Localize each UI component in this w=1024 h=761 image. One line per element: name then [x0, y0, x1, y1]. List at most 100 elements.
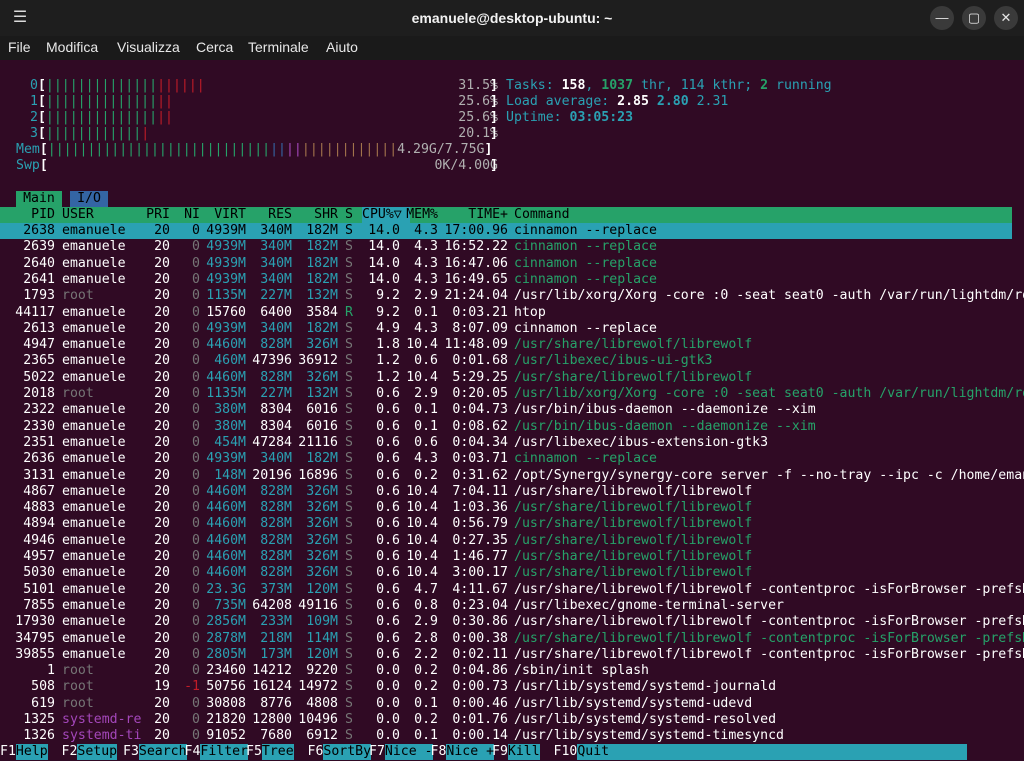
table-row[interactable]: 619 root 20 0 30808 8776 4808 S 0.0 0.1 0:00.46/us… — [0, 696, 1012, 712]
table-row[interactable]: 2639 emanuele 20 0 4939M 340M 182M S 14.0 4.3 16:5… — [0, 239, 1012, 255]
table-row[interactable]: 1793 root 20 0 1135M 227M 132M S 9.2 2.9 21:24.04 /… — [0, 288, 1024, 304]
col-state[interactable]: S — [345, 207, 353, 223]
cpu-meter-2: 2[|||||||||||||||| — [30, 110, 173, 125]
col-res[interactable]: RES — [248, 207, 292, 223]
table-row[interactable]: 39855 emanuele 20 0 2805M 173M 120M S 0.6 2.2 0:02… — [0, 646, 1024, 663]
fkey-f7[interactable]: F7Nice - — [369, 744, 433, 760]
col-cpu[interactable]: CPU%▽ — [362, 207, 410, 223]
cell-cpu: 0.0 — [376, 695, 400, 711]
table-row[interactable]: 4867 emanuele 20 0 4460M 828M 326M S 0.6 10.4 7:04… — [0, 484, 1012, 500]
fkey-f5[interactable]: F5Tree — [246, 744, 294, 760]
menu-terminale[interactable]: Terminale — [248, 39, 309, 55]
maximize-button[interactable]: ▢ — [962, 6, 986, 30]
col-time[interactable]: TIME+ — [440, 207, 508, 223]
table-row[interactable]: 4957 emanuele 20 0 4460M 828M 326M S 0.6 10.4 1:46… — [0, 549, 1012, 565]
fkey-f9[interactable]: F9Kill — [492, 744, 540, 760]
col-virt[interactable]: VIRT — [200, 207, 246, 223]
col-pid[interactable]: PID — [0, 207, 55, 223]
tab-io[interactable]: I/O — [70, 191, 108, 207]
terminal-area[interactable]: 0[|||||||||||||||||||| 31.5%] 1[||||||||||… — [0, 60, 1024, 761]
table-row[interactable]: 5030 emanuele 20 0 4460M 828M 326M S 0.6 10.4 3:00… — [0, 565, 1012, 581]
table-row[interactable]: 4894 emanuele 20 0 4460M 828M 326M S 0.6 10.4 0:56… — [0, 516, 1012, 532]
table-row[interactable]: 5101 emanuele 20 0 23.3G 373M 120M S 0.6 4.7 4:11.… — [0, 581, 1024, 598]
cell-virt: 4939M — [206, 271, 246, 287]
cell-virt: 91052 — [206, 728, 246, 744]
table-row[interactable]: 5022 emanuele 20 0 4460M 828M 326M S 1.2 10.4 5:29… — [0, 370, 1012, 386]
menu-file[interactable]: File — [8, 39, 31, 55]
col-ni[interactable]: NI — [176, 207, 200, 223]
cell-shr: 182M — [306, 320, 338, 336]
table-row[interactable]: 2640 emanuele 20 0 4939M 340M 182M S 14.0 4.3 16:4… — [0, 256, 1012, 272]
table-row[interactable]: 2613 emanuele 20 0 4939M 340M 182M S 4.9 4.3 8:07.… — [0, 321, 1012, 337]
table-row[interactable]: 3131 emanuele 20 0 148M 20196 16896 S 0.6 0.2 0:31… — [0, 467, 1024, 484]
table-row[interactable]: 1326 systemd-ti 20 0 91052 7680 6912 S 0.0 0.1 0:0… — [0, 728, 1012, 744]
table-row[interactable]: 2351 emanuele 20 0 454M 47284 21116 S 0.6 0.6 0:04… — [0, 435, 1012, 451]
cell-ni: 0 — [192, 483, 200, 499]
cell-command: /usr/share/librewolf/librewolf -contentp… — [514, 646, 1024, 662]
col-pri[interactable]: PRI — [130, 207, 170, 223]
table-row[interactable]: 4946 emanuele 20 0 4460M 828M 326M S 0.6 10.4 0:27… — [0, 533, 1012, 549]
table-row[interactable]: 2322 emanuele 20 0 380M 8304 6016 S 0.6 0.1 0:04.7… — [0, 402, 1012, 418]
cell-mem: 4.7 — [414, 581, 438, 597]
cell-ni: 0 — [192, 418, 200, 434]
col-command[interactable]: Command — [514, 207, 570, 223]
table-row[interactable]: 2018 root 20 0 1135M 227M 132M S 0.6 2.9 0:20.05/u… — [0, 386, 1024, 402]
col-mem[interactable]: MEM% — [404, 207, 438, 223]
fkey-f4[interactable]: F4Filter — [185, 744, 249, 760]
fkey-f10[interactable]: F10Quit — [554, 744, 968, 760]
cell-cpu: 14.0 — [368, 239, 400, 255]
swap-value: 0K/4.00G — [434, 158, 498, 173]
menu-modifica[interactable]: Modifica — [46, 39, 98, 55]
cell-command: htop — [514, 304, 546, 320]
cell-user: emanuele — [62, 614, 126, 630]
fkey-f8[interactable]: F8Nice + — [431, 744, 495, 760]
cell-pid: 17930 — [15, 614, 55, 630]
cell-cpu: 14.0 — [368, 223, 400, 238]
cell-time: 0:01.76 — [452, 712, 508, 727]
uptime: Uptime: 03:05:23 — [506, 110, 633, 126]
menu-visualizza[interactable]: Visualizza — [117, 39, 180, 55]
table-row[interactable]: 1 root 20 0 23460 14212 9220 S 0.0 0.2 0:04.86/sbi… — [0, 663, 1012, 679]
table-row[interactable]: 7855 emanuele 20 0 735M 64208 49116 S 0.6 0.8 0:23… — [0, 598, 1012, 614]
cell-state: S — [345, 434, 353, 450]
table-row[interactable]: 17930 emanuele 20 0 2856M 233M 109M S 0.6 2.9 0:30… — [0, 614, 1024, 630]
cell-res: 8304 — [260, 402, 292, 418]
menu-aiuto[interactable]: Aiuto — [326, 39, 358, 55]
table-row[interactable]: 2365 emanuele 20 0 460M 47396 36912 S 1.2 0.6 0:01… — [0, 353, 1012, 369]
load-1min: 2.85 — [617, 94, 649, 109]
col-user[interactable]: USER — [62, 207, 94, 223]
cell-time: 0:02.11 — [452, 646, 508, 662]
cell-pid: 44117 — [15, 304, 55, 320]
table-row[interactable]: 1325 systemd-re 20 0 21820 12800 10496 S 0.0 0.2 0… — [0, 712, 1012, 728]
fkey-f6[interactable]: F6SortBy — [308, 744, 372, 760]
cell-pid: 3131 — [23, 467, 55, 483]
close-button[interactable]: ✕ — [994, 6, 1018, 30]
cell-cpu: 0.6 — [376, 386, 400, 401]
col-shr[interactable]: SHR — [294, 207, 338, 223]
table-row[interactable]: 2636 emanuele 20 0 4939M 340M 182M S 0.6 4.3 0:03.… — [0, 451, 1012, 467]
table-row-selected[interactable]: 2638 emanuele 20 0 4939M 340M 182M S 14.0 4.3 17:0… — [0, 223, 1012, 240]
fkey-f3[interactable]: F3Search — [123, 744, 187, 760]
fkey-f2[interactable]: F2Setup — [62, 744, 118, 760]
fkey-label: Kill — [507, 744, 540, 760]
cell-pid: 2641 — [23, 271, 55, 287]
cell-mem: 10.4 — [406, 369, 438, 385]
cpu-bar-kernel: |||||| — [157, 78, 205, 93]
cell-command: /usr/bin/ibus-daemon --daemonize --xim — [514, 418, 816, 434]
table-row[interactable]: 2641 emanuele 20 0 4939M 340M 182M S 14.0 4.3 16:4… — [0, 272, 1012, 288]
fkey-f1[interactable]: F1Help — [0, 744, 48, 760]
table-row[interactable]: 4883 emanuele 20 0 4460M 828M 326M S 0.6 10.4 1:03… — [0, 500, 1012, 516]
cell-state: S — [345, 271, 353, 287]
cell-shr: 182M — [306, 271, 338, 287]
menu-cerca[interactable]: Cerca — [196, 39, 233, 55]
table-row[interactable]: 44117 emanuele 20 0 15760 6400 3584 R 9.2 0.1 0:03… — [0, 305, 1012, 321]
table-row[interactable]: 508 root 19 -1 50756 16124 14972 S 0.0 0.2 0:00.73… — [0, 679, 1012, 695]
tab-main[interactable]: Main — [16, 191, 62, 207]
table-row[interactable]: 4947 emanuele 20 0 4460M 828M 326M S 1.8 10.4 11:4… — [0, 337, 1012, 353]
cell-state: S — [345, 223, 353, 238]
minimize-button[interactable]: — — [930, 6, 954, 30]
table-row[interactable]: 34795 emanuele 20 0 2878M 218M 114M S 0.6 2.8 0:00… — [0, 631, 1024, 647]
cell-ni: 0 — [192, 239, 200, 255]
table-row[interactable]: 2330 emanuele 20 0 380M 8304 6016 S 0.6 0.1 0:08.6… — [0, 419, 1012, 435]
cell-res: 173M — [260, 646, 292, 662]
